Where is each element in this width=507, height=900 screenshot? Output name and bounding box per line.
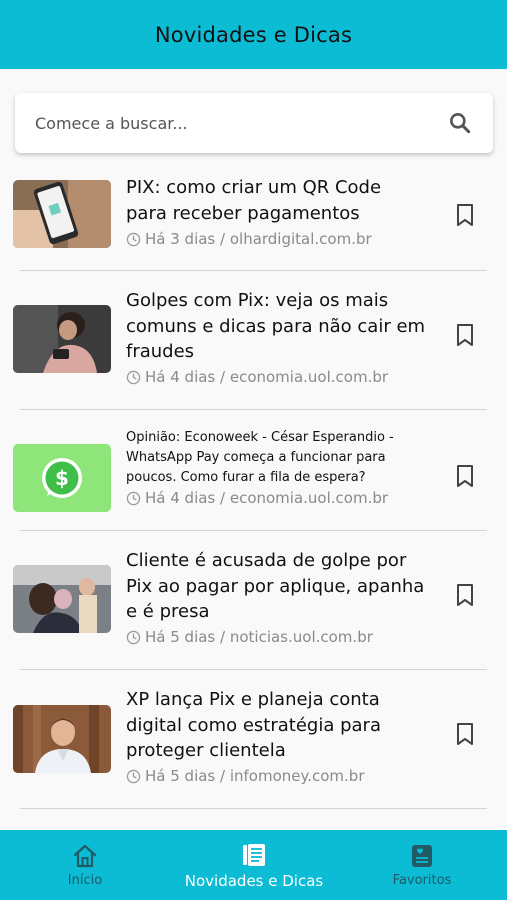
- article-meta: Há 4 dias / economia.uol.com.br: [126, 489, 388, 507]
- article-title[interactable]: Cliente é acusada de golpe por Pix ao pa…: [126, 548, 426, 625]
- list-item[interactable]: XP lança Pix e planeja conta digital com…: [0, 670, 507, 809]
- article-source: economia.uol.com.br: [229, 368, 389, 386]
- app-header: Novidades e Dicas: [0, 0, 507, 69]
- meta-separator: /: [215, 489, 230, 507]
- article-thumbnail[interactable]: $: [13, 444, 111, 512]
- tab-label: Início: [67, 873, 103, 888]
- article-age: Há 5 dias: [145, 767, 216, 785]
- article-source: economia.uol.com.br: [229, 489, 389, 507]
- article-title[interactable]: PIX: como criar um QR Code para receber …: [126, 175, 426, 226]
- clock-icon: [126, 769, 141, 783]
- clock-icon: [126, 491, 141, 505]
- article-meta: Há 5 dias / infomoney.com.br: [126, 767, 365, 785]
- home-icon: [73, 844, 97, 868]
- divider: [20, 808, 487, 809]
- search-icon[interactable]: [447, 110, 473, 136]
- page-title: Novidades e Dicas: [154, 22, 353, 47]
- bookmark-icon[interactable]: [455, 583, 475, 607]
- search-bar[interactable]: [15, 93, 493, 153]
- article-age: Há 4 dias: [145, 368, 216, 386]
- bookmark-icon[interactable]: [455, 203, 475, 227]
- tab-label: Novidades e Dicas: [184, 871, 324, 890]
- article-title[interactable]: Golpes com Pix: veja os mais comuns e di…: [126, 288, 426, 365]
- svg-text:$: $: [55, 466, 69, 490]
- clock-icon: [126, 232, 141, 246]
- meta-separator: /: [215, 767, 230, 785]
- news-list: PIX: como criar um QR Code para receber …: [0, 158, 507, 809]
- tab-favorites[interactable]: Favoritos: [372, 830, 472, 900]
- article-title[interactable]: XP lança Pix e planeja conta digital com…: [126, 687, 426, 764]
- bookmark-icon[interactable]: [455, 464, 475, 488]
- article-source: olhardigital.com.br: [229, 230, 372, 248]
- list-item[interactable]: Cliente é acusada de golpe por Pix ao pa…: [0, 531, 507, 670]
- article-meta: Há 5 dias / noticias.uol.com.br: [126, 628, 373, 646]
- article-thumbnail[interactable]: [13, 180, 111, 248]
- news-icon: [243, 843, 265, 866]
- article-title[interactable]: Opinião: Econoweek - César Esperandio - …: [126, 428, 426, 488]
- bookmark-icon[interactable]: [455, 323, 475, 347]
- bottom-tab-bar: Início Novidades e Dicas Favoritos: [0, 830, 507, 900]
- article-age: Há 4 dias: [145, 489, 216, 507]
- article-source: infomoney.com.br: [229, 767, 365, 785]
- favorites-icon: [412, 845, 432, 867]
- clock-icon: [126, 370, 141, 384]
- list-item[interactable]: Golpes com Pix: veja os mais comuns e di…: [0, 271, 507, 410]
- meta-separator: /: [215, 368, 230, 386]
- meta-separator: /: [215, 230, 230, 248]
- article-thumbnail[interactable]: [13, 705, 111, 773]
- tab-news[interactable]: Novidades e Dicas: [166, 830, 342, 900]
- bookmark-icon[interactable]: [455, 722, 475, 746]
- list-item[interactable]: PIX: como criar um QR Code para receber …: [0, 158, 507, 271]
- article-source: noticias.uol.com.br: [229, 628, 373, 646]
- meta-separator: /: [215, 628, 230, 646]
- clock-icon: [126, 630, 141, 644]
- list-item[interactable]: $ Opinião: Econoweek - César Esperandio …: [0, 410, 507, 531]
- tab-label: Favoritos: [392, 873, 452, 888]
- article-age: Há 3 dias: [145, 230, 216, 248]
- article-thumbnail[interactable]: [13, 565, 111, 633]
- article-meta: Há 3 dias / olhardigital.com.br: [126, 230, 372, 248]
- article-age: Há 5 dias: [145, 628, 216, 646]
- article-thumbnail[interactable]: [13, 305, 111, 373]
- search-input[interactable]: [35, 113, 447, 133]
- article-meta: Há 4 dias / economia.uol.com.br: [126, 368, 388, 386]
- tab-home[interactable]: Início: [36, 830, 134, 900]
